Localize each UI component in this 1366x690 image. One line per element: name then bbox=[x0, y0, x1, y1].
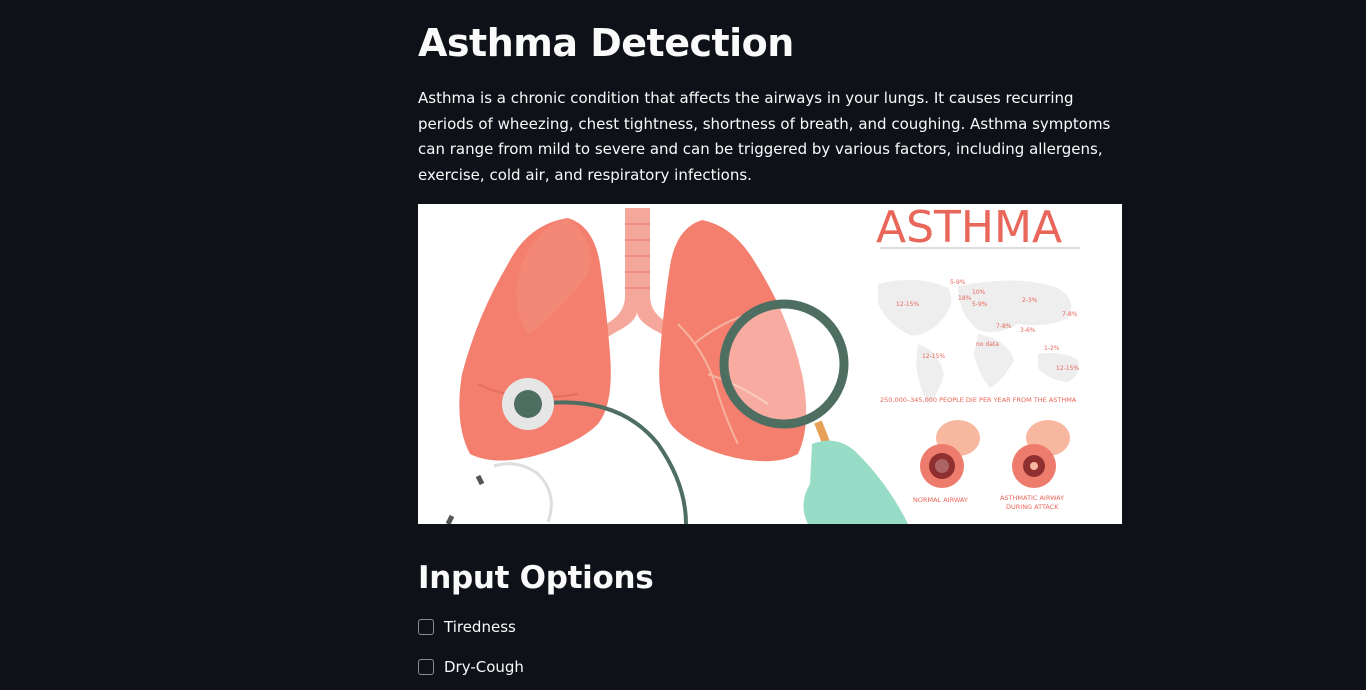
asthmatic-airway-icon bbox=[1012, 420, 1070, 488]
intro-paragraph: Asthma is a chronic condition that affec… bbox=[418, 89, 1111, 184]
asthmatic-airway-label-line2: DURING ATTACK bbox=[1006, 503, 1059, 511]
tiredness-checkbox[interactable]: Tiredness bbox=[418, 615, 516, 639]
checkbox-box[interactable] bbox=[418, 619, 434, 635]
map-label: no data bbox=[976, 341, 999, 348]
input-options-title: Input Options bbox=[418, 560, 654, 596]
checkbox-label: Dry-Cough bbox=[444, 658, 524, 676]
map-label: 5-9% bbox=[972, 301, 988, 308]
map-label: 3-6% bbox=[1020, 327, 1036, 334]
map-label: 5-9% bbox=[950, 279, 966, 286]
checkbox-box[interactable] bbox=[418, 659, 434, 675]
dry-cough-checkbox[interactable]: Dry-Cough bbox=[418, 655, 524, 679]
map-label: 1-2% bbox=[1044, 345, 1060, 352]
asthma-illustration-graphic: ASTHMA 5-9% 10% 18% 5-9% 12-15% 2-3% 7-8… bbox=[445, 204, 1080, 524]
map-label: 7-8% bbox=[1062, 311, 1078, 318]
map-label: 18% bbox=[958, 295, 972, 302]
normal-airway-label: NORMAL AIRWAY bbox=[913, 496, 968, 504]
asthmatic-airway-label: ASTHMATIC AIRWAY bbox=[1000, 494, 1064, 502]
map-label: 7-8% bbox=[996, 323, 1012, 330]
page-title: Asthma Detection bbox=[418, 21, 794, 65]
checkbox-label: Tiredness bbox=[444, 618, 516, 636]
map-label: 12-15% bbox=[1056, 365, 1079, 372]
map-label: 10% bbox=[972, 289, 986, 296]
magnifier-icon bbox=[719, 299, 908, 524]
normal-airway-icon bbox=[920, 420, 980, 488]
map-label: 12-15% bbox=[896, 301, 919, 308]
hero-caption: 250,000–345,000 PEOPLE DIE PER YEAR FROM… bbox=[880, 396, 1077, 404]
hero-heading: ASTHMA bbox=[876, 204, 1062, 253]
asthma-illustration: ASTHMA 5-9% 10% 18% 5-9% 12-15% 2-3% 7-8… bbox=[418, 204, 1122, 524]
map-label: 12-15% bbox=[922, 353, 945, 360]
map-label: 2-3% bbox=[1022, 297, 1038, 304]
